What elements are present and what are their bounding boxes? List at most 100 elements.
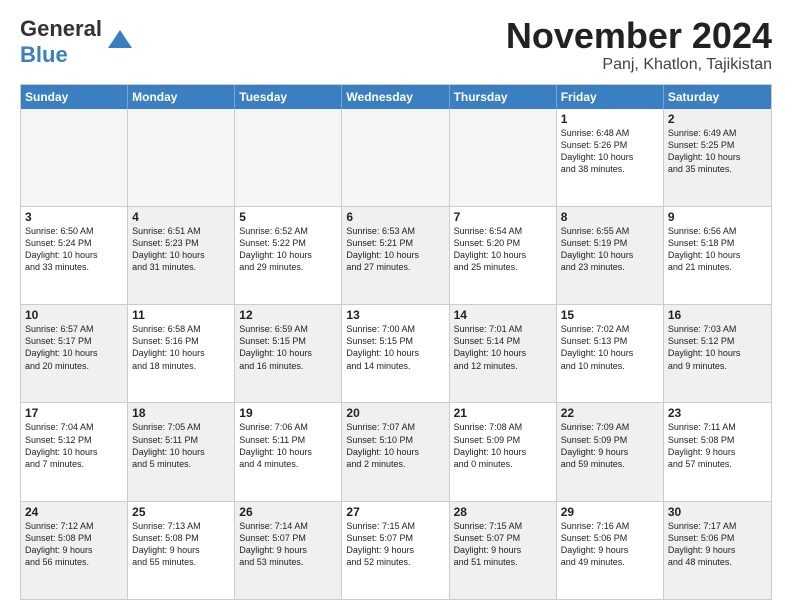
cell-details: Sunrise: 7:16 AM Sunset: 5:06 PM Dayligh…: [561, 520, 659, 569]
cell-details: Sunrise: 6:49 AM Sunset: 5:25 PM Dayligh…: [668, 127, 767, 176]
day-number: 25: [132, 505, 230, 519]
cell-details: Sunrise: 6:51 AM Sunset: 5:23 PM Dayligh…: [132, 225, 230, 274]
day-number: 17: [25, 406, 123, 420]
page-title: November 2024: [506, 16, 772, 56]
day-number: 12: [239, 308, 337, 322]
day-number: 21: [454, 406, 552, 420]
logo-general: General: [20, 16, 102, 41]
cell-details: Sunrise: 6:53 AM Sunset: 5:21 PM Dayligh…: [346, 225, 444, 274]
calendar-row: 24Sunrise: 7:12 AM Sunset: 5:08 PM Dayli…: [21, 501, 771, 599]
table-row: 17Sunrise: 7:04 AM Sunset: 5:12 PM Dayli…: [21, 403, 128, 500]
title-block: November 2024 Panj, Khatlon, Tajikistan: [506, 16, 772, 74]
cell-details: Sunrise: 7:06 AM Sunset: 5:11 PM Dayligh…: [239, 421, 337, 470]
logo-text: General Blue: [20, 16, 102, 68]
cell-details: Sunrise: 6:54 AM Sunset: 5:20 PM Dayligh…: [454, 225, 552, 274]
cell-details: Sunrise: 7:01 AM Sunset: 5:14 PM Dayligh…: [454, 323, 552, 372]
table-row: 5Sunrise: 6:52 AM Sunset: 5:22 PM Daylig…: [235, 207, 342, 304]
table-row: 23Sunrise: 7:11 AM Sunset: 5:08 PM Dayli…: [664, 403, 771, 500]
table-row: 30Sunrise: 7:17 AM Sunset: 5:06 PM Dayli…: [664, 502, 771, 599]
table-row: 28Sunrise: 7:15 AM Sunset: 5:07 PM Dayli…: [450, 502, 557, 599]
table-row: 12Sunrise: 6:59 AM Sunset: 5:15 PM Dayli…: [235, 305, 342, 402]
day-number: 14: [454, 308, 552, 322]
cell-details: Sunrise: 6:52 AM Sunset: 5:22 PM Dayligh…: [239, 225, 337, 274]
table-row: 19Sunrise: 7:06 AM Sunset: 5:11 PM Dayli…: [235, 403, 342, 500]
table-row: [450, 109, 557, 206]
table-row: 22Sunrise: 7:09 AM Sunset: 5:09 PM Dayli…: [557, 403, 664, 500]
cell-details: Sunrise: 7:04 AM Sunset: 5:12 PM Dayligh…: [25, 421, 123, 470]
day-number: 26: [239, 505, 337, 519]
cell-details: Sunrise: 7:07 AM Sunset: 5:10 PM Dayligh…: [346, 421, 444, 470]
cell-details: Sunrise: 6:56 AM Sunset: 5:18 PM Dayligh…: [668, 225, 767, 274]
table-row: 26Sunrise: 7:14 AM Sunset: 5:07 PM Dayli…: [235, 502, 342, 599]
table-row: [235, 109, 342, 206]
table-row: [342, 109, 449, 206]
day-number: 16: [668, 308, 767, 322]
table-row: [21, 109, 128, 206]
table-row: 20Sunrise: 7:07 AM Sunset: 5:10 PM Dayli…: [342, 403, 449, 500]
logo: General Blue: [20, 16, 134, 68]
table-row: 14Sunrise: 7:01 AM Sunset: 5:14 PM Dayli…: [450, 305, 557, 402]
day-number: 13: [346, 308, 444, 322]
cell-details: Sunrise: 7:17 AM Sunset: 5:06 PM Dayligh…: [668, 520, 767, 569]
cell-details: Sunrise: 7:09 AM Sunset: 5:09 PM Dayligh…: [561, 421, 659, 470]
day-number: 9: [668, 210, 767, 224]
day-number: 4: [132, 210, 230, 224]
cell-details: Sunrise: 7:00 AM Sunset: 5:15 PM Dayligh…: [346, 323, 444, 372]
page-subtitle: Panj, Khatlon, Tajikistan: [506, 56, 772, 74]
day-number: 20: [346, 406, 444, 420]
calendar-header-cell: Monday: [128, 85, 235, 109]
cell-details: Sunrise: 7:05 AM Sunset: 5:11 PM Dayligh…: [132, 421, 230, 470]
table-row: 6Sunrise: 6:53 AM Sunset: 5:21 PM Daylig…: [342, 207, 449, 304]
table-row: 29Sunrise: 7:16 AM Sunset: 5:06 PM Dayli…: [557, 502, 664, 599]
table-row: 21Sunrise: 7:08 AM Sunset: 5:09 PM Dayli…: [450, 403, 557, 500]
table-row: 2Sunrise: 6:49 AM Sunset: 5:25 PM Daylig…: [664, 109, 771, 206]
table-row: 9Sunrise: 6:56 AM Sunset: 5:18 PM Daylig…: [664, 207, 771, 304]
day-number: 10: [25, 308, 123, 322]
day-number: 28: [454, 505, 552, 519]
calendar-header-cell: Saturday: [664, 85, 771, 109]
table-row: 4Sunrise: 6:51 AM Sunset: 5:23 PM Daylig…: [128, 207, 235, 304]
cell-details: Sunrise: 7:08 AM Sunset: 5:09 PM Dayligh…: [454, 421, 552, 470]
cell-details: Sunrise: 7:15 AM Sunset: 5:07 PM Dayligh…: [346, 520, 444, 569]
calendar-header-cell: Thursday: [450, 85, 557, 109]
logo-icon: [106, 28, 134, 56]
table-row: 18Sunrise: 7:05 AM Sunset: 5:11 PM Dayli…: [128, 403, 235, 500]
cell-details: Sunrise: 7:02 AM Sunset: 5:13 PM Dayligh…: [561, 323, 659, 372]
table-row: 8Sunrise: 6:55 AM Sunset: 5:19 PM Daylig…: [557, 207, 664, 304]
cell-details: Sunrise: 7:13 AM Sunset: 5:08 PM Dayligh…: [132, 520, 230, 569]
table-row: 13Sunrise: 7:00 AM Sunset: 5:15 PM Dayli…: [342, 305, 449, 402]
cell-details: Sunrise: 7:12 AM Sunset: 5:08 PM Dayligh…: [25, 520, 123, 569]
day-number: 24: [25, 505, 123, 519]
day-number: 19: [239, 406, 337, 420]
table-row: 1Sunrise: 6:48 AM Sunset: 5:26 PM Daylig…: [557, 109, 664, 206]
calendar-header-cell: Tuesday: [235, 85, 342, 109]
cell-details: Sunrise: 7:15 AM Sunset: 5:07 PM Dayligh…: [454, 520, 552, 569]
day-number: 3: [25, 210, 123, 224]
table-row: 27Sunrise: 7:15 AM Sunset: 5:07 PM Dayli…: [342, 502, 449, 599]
day-number: 2: [668, 112, 767, 126]
calendar-header-cell: Sunday: [21, 85, 128, 109]
calendar: SundayMondayTuesdayWednesdayThursdayFrid…: [20, 84, 772, 600]
logo-blue: Blue: [20, 42, 68, 67]
cell-details: Sunrise: 6:59 AM Sunset: 5:15 PM Dayligh…: [239, 323, 337, 372]
calendar-body: 1Sunrise: 6:48 AM Sunset: 5:26 PM Daylig…: [21, 109, 771, 599]
day-number: 1: [561, 112, 659, 126]
day-number: 6: [346, 210, 444, 224]
cell-details: Sunrise: 7:14 AM Sunset: 5:07 PM Dayligh…: [239, 520, 337, 569]
table-row: 15Sunrise: 7:02 AM Sunset: 5:13 PM Dayli…: [557, 305, 664, 402]
calendar-row: 17Sunrise: 7:04 AM Sunset: 5:12 PM Dayli…: [21, 402, 771, 500]
table-row: 11Sunrise: 6:58 AM Sunset: 5:16 PM Dayli…: [128, 305, 235, 402]
calendar-row: 10Sunrise: 6:57 AM Sunset: 5:17 PM Dayli…: [21, 304, 771, 402]
cell-details: Sunrise: 6:58 AM Sunset: 5:16 PM Dayligh…: [132, 323, 230, 372]
day-number: 15: [561, 308, 659, 322]
table-row: [128, 109, 235, 206]
table-row: 16Sunrise: 7:03 AM Sunset: 5:12 PM Dayli…: [664, 305, 771, 402]
cell-details: Sunrise: 7:03 AM Sunset: 5:12 PM Dayligh…: [668, 323, 767, 372]
table-row: 24Sunrise: 7:12 AM Sunset: 5:08 PM Dayli…: [21, 502, 128, 599]
calendar-row: 3Sunrise: 6:50 AM Sunset: 5:24 PM Daylig…: [21, 206, 771, 304]
calendar-row: 1Sunrise: 6:48 AM Sunset: 5:26 PM Daylig…: [21, 109, 771, 206]
day-number: 30: [668, 505, 767, 519]
table-row: 7Sunrise: 6:54 AM Sunset: 5:20 PM Daylig…: [450, 207, 557, 304]
cell-details: Sunrise: 6:55 AM Sunset: 5:19 PM Dayligh…: [561, 225, 659, 274]
day-number: 11: [132, 308, 230, 322]
